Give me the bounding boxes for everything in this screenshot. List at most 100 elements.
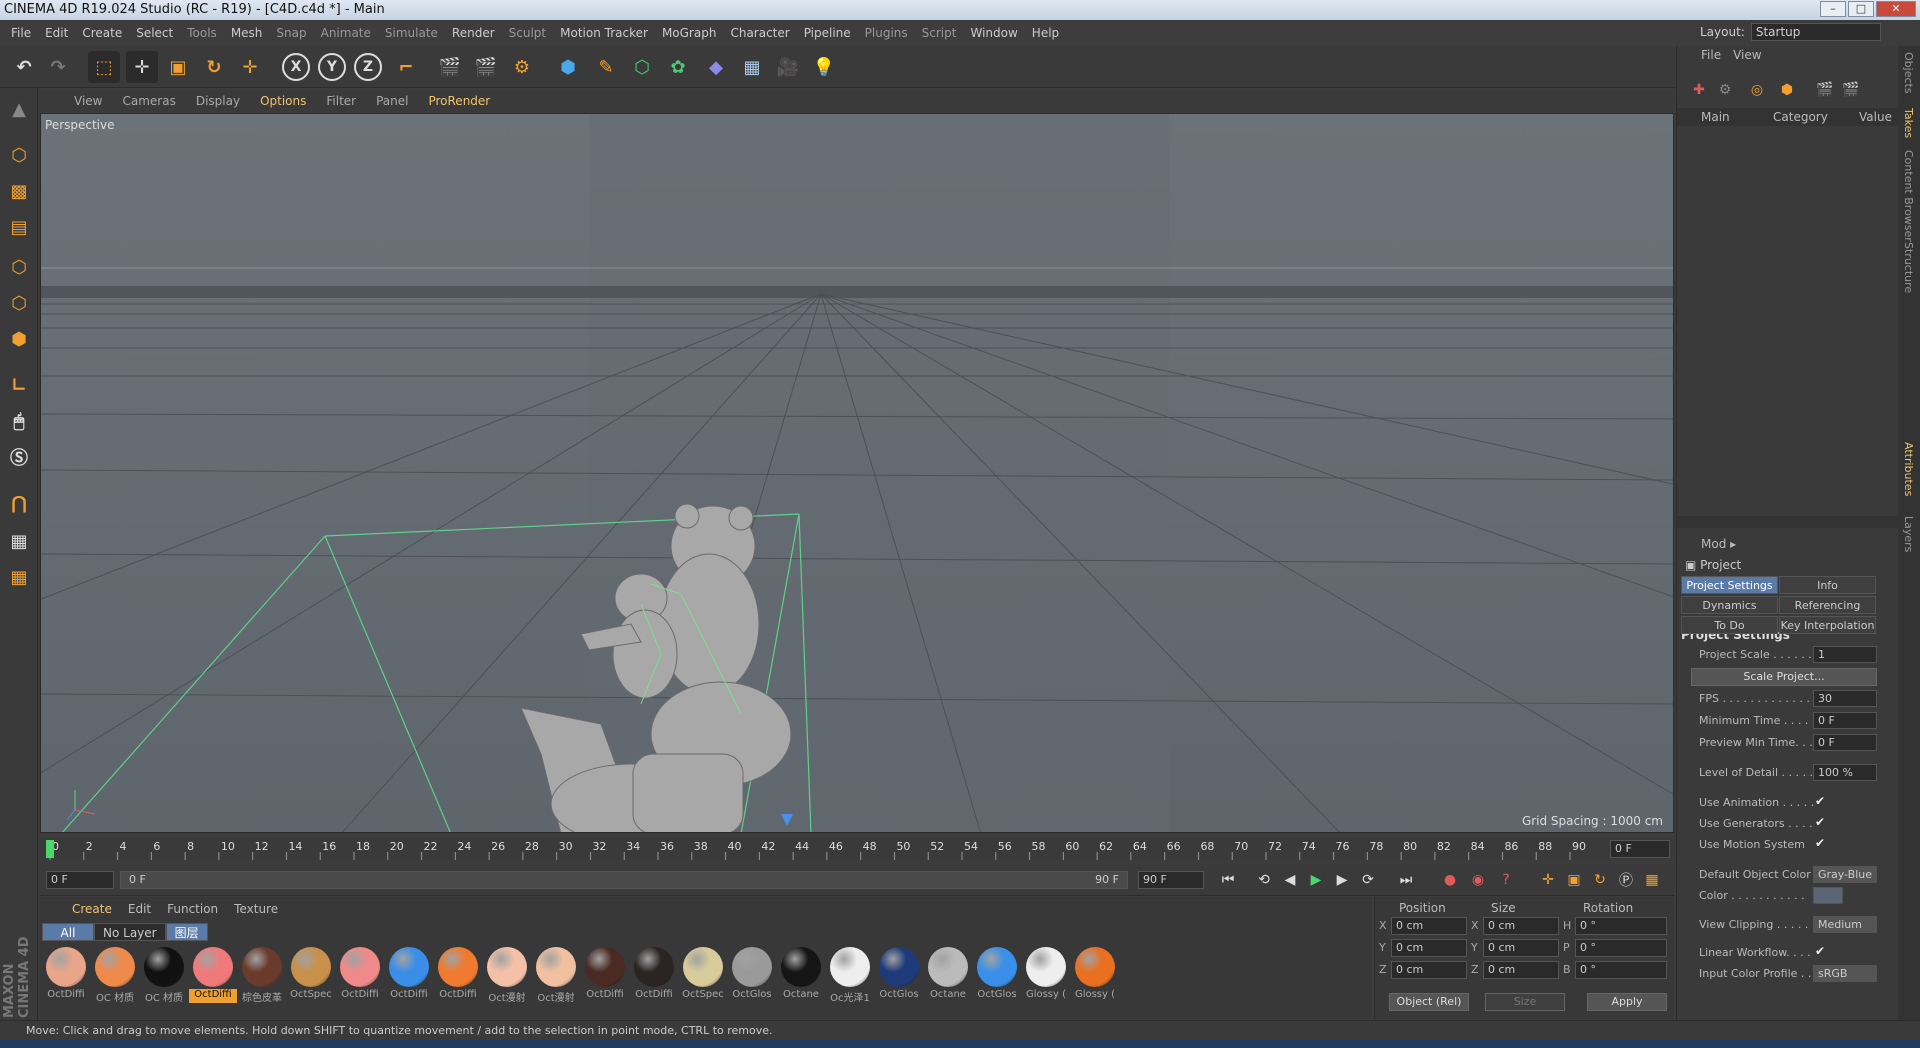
position-x-input[interactable]: 0 cm: [1391, 917, 1467, 935]
size-z-input[interactable]: 0 cm: [1483, 961, 1559, 979]
menu-sculpt[interactable]: Sculpt: [502, 26, 553, 40]
position-z-input[interactable]: 0 cm: [1391, 961, 1467, 979]
model-mode-icon[interactable]: ⬡: [3, 140, 35, 170]
y-axis-lock-icon[interactable]: Y: [318, 53, 346, 81]
previous-key-icon[interactable]: ⟲: [1252, 869, 1276, 891]
attribute-mode-menu[interactable]: Mod ▸: [1677, 534, 1899, 554]
material-swatch[interactable]: OctDiffi: [189, 945, 237, 1005]
tweak-mode-icon[interactable]: 🖱: [3, 406, 35, 436]
attr-tab-info[interactable]: Info: [1779, 576, 1876, 594]
render-view-icon[interactable]: 🎬: [434, 51, 466, 83]
attr-tab-referencing[interactable]: Referencing: [1779, 596, 1876, 614]
edges-mode-icon[interactable]: ⬡: [3, 288, 35, 318]
end-frame-field[interactable]: 90 F: [1138, 871, 1204, 889]
workplane-icon[interactable]: ▤: [3, 212, 35, 242]
menu-motion-tracker[interactable]: Motion Tracker: [553, 26, 655, 40]
magnet-icon[interactable]: ⋂: [3, 488, 35, 518]
viewport-menu-prorender[interactable]: ProRender: [418, 94, 500, 108]
fps-input[interactable]: 30: [1813, 690, 1877, 707]
undo-icon[interactable]: ↶: [8, 51, 40, 83]
object-menu-view[interactable]: View: [1733, 48, 1761, 62]
timeline-ruler[interactable]: 0 2 4 6 8 10 12 14 16 18 20 22 24 26 28 30 32 34 36 38 40 42 4…: [40, 838, 1674, 860]
material-swatch[interactable]: OctDiffi: [434, 945, 482, 1005]
previous-frame-icon[interactable]: ◀: [1278, 869, 1302, 891]
material-swatch[interactable]: OctGlos: [728, 945, 776, 1005]
layout-dropdown[interactable]: Startup: [1750, 23, 1881, 41]
go-to-start-icon[interactable]: ⏮: [1216, 869, 1240, 891]
menu-file[interactable]: File: [4, 26, 38, 40]
object-menu-file[interactable]: File: [1701, 48, 1721, 62]
menu-help[interactable]: Help: [1025, 26, 1066, 40]
axis-mode-icon[interactable]: ∟: [3, 370, 35, 400]
object-scrollbar[interactable]: [1677, 516, 1899, 528]
lock-workplane-icon[interactable]: ▦: [3, 526, 35, 556]
close-button[interactable]: ✕: [1876, 1, 1916, 17]
rotate-tool-icon[interactable]: ↻: [198, 51, 230, 83]
coordinate-mode-dropdown[interactable]: Object (Rel): [1389, 993, 1469, 1011]
material-swatch[interactable]: OctGlos: [875, 945, 923, 1005]
project-scale-input[interactable]: 1: [1813, 646, 1877, 663]
default-color-dropdown[interactable]: Gray-Blue: [1813, 866, 1877, 883]
preview-min-input[interactable]: 0 F: [1813, 734, 1877, 751]
value-column[interactable]: Value: [1859, 110, 1892, 124]
side-tab-layers[interactable]: Layers: [1902, 516, 1915, 552]
rotation-h-input[interactable]: 0 °: [1575, 917, 1667, 935]
material-menu-function[interactable]: Function: [159, 902, 226, 916]
viewport-menu-panel[interactable]: Panel: [366, 94, 418, 108]
layout-selector[interactable]: Layout: Startup: [1700, 22, 1881, 42]
cloner-icon[interactable]: ✿: [662, 51, 694, 83]
maximize-button[interactable]: □: [1848, 1, 1874, 17]
render-picture-viewer-icon[interactable]: 🎬: [470, 51, 502, 83]
material-menu-texture[interactable]: Texture: [226, 902, 286, 916]
keyframe-selection-icon[interactable]: ?: [1494, 869, 1518, 891]
side-tab-attributes[interactable]: Attributes: [1902, 442, 1915, 496]
menu-mograph[interactable]: MoGraph: [655, 26, 724, 40]
redo-icon[interactable]: ↷: [42, 51, 74, 83]
material-swatch[interactable]: Oc光泽1: [826, 945, 874, 1005]
material-layer-tab[interactable]: No Layer: [94, 923, 166, 941]
size-y-input[interactable]: 0 cm: [1483, 939, 1559, 957]
material-swatch[interactable]: Glossy (: [1071, 945, 1119, 1005]
linear-workflow-checkbox[interactable]: ✔: [1815, 944, 1825, 958]
record-active-icon[interactable]: ●: [1438, 869, 1462, 891]
snap-icon[interactable]: Ⓢ: [3, 442, 35, 472]
live-selection-icon[interactable]: ⬚: [88, 51, 120, 83]
recent-tool-icon[interactable]: ✛: [234, 51, 266, 83]
material-layer-tab[interactable]: 图层: [165, 923, 208, 941]
input-profile-dropdown[interactable]: sRGB: [1813, 965, 1877, 982]
start-frame-field[interactable]: 0 F: [46, 871, 114, 889]
material-swatch[interactable]: OC 材质: [140, 945, 188, 1005]
use-motion-checkbox[interactable]: ✔: [1815, 836, 1825, 850]
lod-input[interactable]: 100 %: [1813, 764, 1877, 781]
coordinate-system-icon[interactable]: ⌐: [390, 51, 422, 83]
menu-render[interactable]: Render: [445, 26, 502, 40]
deformer-icon[interactable]: ◆: [700, 51, 732, 83]
size-mode-dropdown[interactable]: Size: [1485, 993, 1565, 1011]
perspective-viewport[interactable]: Perspective Grid Spacing : 1000 cm ✛ ⇕ ⟳…: [40, 113, 1674, 833]
minimize-button[interactable]: –: [1820, 1, 1846, 17]
attr-tab-key-interpolation[interactable]: Key Interpolation: [1779, 616, 1876, 634]
menu-edit[interactable]: Edit: [38, 26, 75, 40]
move-tool-icon[interactable]: ✛: [126, 51, 158, 83]
side-tab-objects[interactable]: Objects: [1902, 52, 1915, 94]
cube-primitive-icon[interactable]: ⬢: [552, 51, 584, 83]
viewport-menu-cameras[interactable]: Cameras: [112, 94, 185, 108]
menu-simulate[interactable]: Simulate: [378, 26, 445, 40]
render-takes-icon[interactable]: 🎬: [1813, 78, 1837, 102]
material-swatch[interactable]: OctSpec: [287, 945, 335, 1005]
view-clipping-dropdown[interactable]: Medium: [1813, 916, 1877, 933]
viewport-menu-display[interactable]: Display: [186, 94, 250, 108]
auto-take-icon[interactable]: ◎: [1745, 78, 1769, 102]
material-layer-tab[interactable]: All: [42, 923, 94, 941]
key-parameter-icon[interactable]: Ⓟ: [1614, 869, 1638, 891]
subdivision-icon[interactable]: ⬡: [626, 51, 658, 83]
material-swatch[interactable]: Glossy (: [1022, 945, 1070, 1005]
menu-character[interactable]: Character: [723, 26, 796, 40]
material-menu-create[interactable]: Create: [64, 902, 120, 916]
attr-tab-project-settings[interactable]: Project Settings: [1681, 576, 1778, 594]
viewport-menu-view[interactable]: View: [64, 94, 112, 108]
use-animation-checkbox[interactable]: ✔: [1815, 794, 1825, 808]
rotation-p-input[interactable]: 0 °: [1575, 939, 1667, 957]
use-generators-checkbox[interactable]: ✔: [1815, 815, 1825, 829]
points-mode-icon[interactable]: ⬡: [3, 252, 35, 282]
